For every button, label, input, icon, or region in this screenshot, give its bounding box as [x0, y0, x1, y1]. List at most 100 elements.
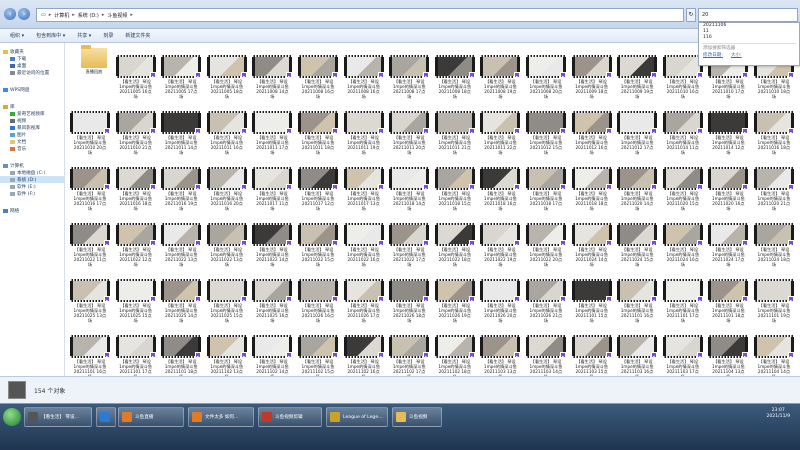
nav-drive-c[interactable]: 本地磁盘 (C:) [0, 169, 64, 176]
nav-downloads[interactable]: 下载 [0, 55, 64, 62]
video-file-item[interactable]: 【看生活】 琴设 1mpe的情深斗鱼 20211025 15点 场 [115, 279, 156, 323]
video-file-item[interactable]: 【看生活】 琴设 1mpe的情深斗鱼 20211101 18点 场 [161, 335, 202, 376]
video-file-item[interactable]: 【看生活】 琴设 1mpe的情深斗鱼 20211009 18点 场 [571, 55, 612, 99]
video-file-item[interactable]: 【看生活】 琴设 1mpe的情深斗鱼 20211101 16点 场 [70, 335, 110, 376]
nav-drive-e[interactable]: 软件 (E:) [0, 183, 64, 190]
video-file-item[interactable]: 【看生活】 琴设 1mpe的情深斗鱼 20211017 13点 场 [343, 167, 384, 211]
video-file-item[interactable]: 【看生活】 琴设 1mpe的情深斗鱼 20211010 16点 场 [662, 55, 703, 99]
refresh-icon[interactable]: ↻ [686, 8, 696, 22]
video-file-item[interactable]: 【看生活】 琴设 1mpe的情深斗鱼 20211022 11点 场 [70, 223, 110, 267]
nav-libraries[interactable]: 库 [0, 103, 64, 110]
suggestion-item[interactable]: 116 [699, 35, 799, 41]
video-file-item[interactable]: 【看生活】 琴设 1mpe的情深斗鱼 20211011 20点 场 [389, 111, 430, 155]
video-file-item[interactable]: 【看生活】 琴设 1mpe的情深斗鱼 20211025 13点 场 [70, 279, 110, 323]
video-file-item[interactable]: 【看生活】 琴设 1mpe的情深斗鱼 20211011 14点 场 [161, 111, 202, 155]
video-file-item[interactable]: 【看生活】 琴设 1mpe的情深斗鱼 20211024 17点 场 [708, 223, 749, 267]
video-file-item[interactable]: 【看生活】 琴设 1mpe的情深斗鱼 20211026 17点 场 [343, 279, 384, 323]
video-file-item[interactable]: 【看生活】 琴设 1mpe的情深斗鱼 20211010 20点 场 [70, 111, 110, 155]
search-input[interactable]: 20 [698, 8, 798, 22]
video-file-item[interactable]: 【看生活】 琴设 1mpe的情深斗鱼 20211104 14点 场 [754, 335, 794, 376]
share-button[interactable]: 共享 ▾ [77, 32, 91, 39]
nav-wps-drive[interactable]: WPS网盘 [0, 86, 64, 93]
breadcrumb-folder[interactable]: 斗鱼视频 [107, 12, 127, 19]
taskbar-button[interactable]: 斗鱼直播 [118, 407, 184, 427]
video-file-item[interactable]: 【看生活】 琴设 1mpe的情深斗鱼 20211008 19点 场 [480, 55, 521, 99]
nav-lib-videos[interactable]: 视频 [0, 117, 64, 124]
video-file-item[interactable]: 【看生活】 琴设 1mpe的情深斗鱼 20211022 13点 场 [161, 223, 202, 267]
video-file-item[interactable]: 【看生活】 琴设 1mpe的情深斗鱼 20211022 12点 场 [115, 223, 156, 267]
video-file-item[interactable]: 【看生活】 琴设 1mpe的情深斗鱼 20211103 14点 场 [526, 335, 566, 376]
nav-lib-iqiyi[interactable]: 爱奇艺视频库 [0, 110, 64, 117]
video-file-item[interactable]: 【看生活】 琴设 1mpe的情深斗鱼 20211022 19点 场 [480, 223, 521, 267]
video-file-item[interactable]: 【看生活】 琴设 1mpe的情深斗鱼 20211104 13点 场 [708, 335, 749, 376]
nav-lib-music[interactable]: 音乐 [0, 145, 64, 152]
video-file-item[interactable]: 【看生活】 琴设 1mpe的情深斗鱼 20211020 21点 场 [754, 167, 794, 211]
video-file-item[interactable]: 【看生活】 琴设 1mpe的情深斗鱼 20211018 18点 场 [571, 167, 612, 211]
video-file-item[interactable]: 【看生活】 琴设 1mpe的情深斗鱼 20211018 14点 场 [389, 167, 430, 211]
video-file-item[interactable]: 【看生活】 琴设 1mpe的情深斗鱼 20211010 21点 场 [115, 111, 156, 155]
nav-computer[interactable]: 计算机 [0, 162, 64, 169]
video-file-item[interactable]: 【看生活】 琴设 1mpe的情深斗鱼 20211018 17点 场 [526, 167, 566, 211]
nav-recent[interactable]: 最近访问的位置 [0, 69, 64, 76]
video-file-item[interactable]: 【看生活】 琴设 1mpe的情深斗鱼 20211026 21点 场 [526, 279, 566, 323]
video-file-item[interactable]: 【看生活】 琴设 1mpe的情深斗鱼 20211022 14点 场 [252, 223, 293, 267]
video-file-item[interactable]: 【看生活】 琴设 1mpe的情深斗鱼 20211020 14点 场 [617, 167, 658, 211]
forward-arrow-icon[interactable]: › [18, 8, 30, 20]
breadcrumb-computer[interactable]: 计算机 [54, 12, 69, 19]
video-file-item[interactable]: 【看生活】 琴设 1mpe的情深斗鱼 20211011 22点 场 [480, 111, 521, 155]
video-file-item[interactable]: 【看生活】 琴设 1mpe的情深斗鱼 20211016 20点 场 [206, 167, 247, 211]
taskbar-button[interactable]: 斗鱼视频 [392, 407, 442, 427]
video-file-item[interactable]: 【看生活】 琴设 1mpe的情深斗鱼 20211022 17点 场 [389, 223, 430, 267]
video-file-item[interactable]: 【看生活】 琴设 1mpe的情深斗鱼 20211011 19点 场 [343, 111, 384, 155]
video-file-item[interactable]: 【看生活】 琴设 1mpe的情深斗鱼 20211008 18点 场 [434, 55, 475, 99]
nav-drive-f[interactable]: 软件 (F:) [0, 190, 64, 197]
video-file-item[interactable]: 【看生活】 琴设 1mpe的情深斗鱼 20211022 16点 场 [343, 223, 384, 267]
video-file-item[interactable]: 【看生活】 琴设 1mpe的情深斗鱼 20211103 13点 场 [480, 335, 521, 376]
video-file-item[interactable]: 【看生活】 琴设 1mpe的情深斗鱼 20211009 19点 场 [617, 55, 658, 99]
video-file-item[interactable]: 【看生活】 琴设 1mpe的情深斗鱼 20211024 16点 场 [662, 223, 703, 267]
video-file-item[interactable]: 【看生活】 琴设 1mpe的情深斗鱼 20211012 16点 场 [571, 111, 612, 155]
video-file-item[interactable]: 【看生活】 琴设 1mpe的情深斗鱼 20211016 17点 场 [70, 167, 110, 211]
burn-button[interactable]: 刻录 [103, 32, 113, 39]
taskbar-button[interactable]: League of Lege... [326, 407, 388, 427]
video-file-item[interactable]: 【看生活】 琴设 1mpe的情深斗鱼 20211025 14点 场 [161, 279, 202, 323]
video-file-item[interactable]: 【看生活】 琴设 1mpe的情深斗鱼 20211020 15点 场 [662, 167, 703, 211]
video-file-item[interactable]: 【看生活】 琴设 1mpe的情深斗鱼 20211016 19点 场 [161, 167, 202, 211]
video-file-item[interactable]: 【看生活】 琴设 1mpe的情深斗鱼 20211024 18点 场 [754, 223, 794, 267]
nav-network[interactable]: 网络 [0, 207, 64, 214]
address-box[interactable]: ▭ ▸ 计算机 ▸ 系统 (D:) ▸ 斗鱼视频 ▸ [36, 8, 684, 22]
video-file-item[interactable]: 【看生活】 琴设 1mpe的情深斗鱼 20211102 14点 场 [252, 335, 293, 376]
video-file-item[interactable]: 【看生活】 琴设 1mpe的情深斗鱼 20211026 18点 场 [389, 279, 430, 323]
video-file-item[interactable]: 【看生活】 琴设 1mpe的情深斗鱼 20211016 18点 场 [115, 167, 156, 211]
video-file-item[interactable]: 【看生活】 琴设 1mpe的情深斗鱼 20211018 15点 场 [434, 167, 475, 211]
video-file-item[interactable]: 【看生活】 琴设 1mpe的情深斗鱼 20211008 14点 场 [252, 55, 293, 99]
video-file-item[interactable]: 【看生活】 琴设 1mpe的情深斗鱼 20211011 16点 场 [206, 111, 247, 155]
video-file-item[interactable]: 【看生活】 琴设 1mpe的情深斗鱼 20211101 18点 场 [708, 279, 749, 323]
video-file-item[interactable]: 【看生活】 琴设 1mpe的情深斗鱼 20211018 16点 场 [480, 167, 521, 211]
video-file-item[interactable]: 【看生活】 琴设 1mpe的情深斗鱼 20211016 18点 场 [754, 111, 794, 155]
video-file-item[interactable]: 【看生活】 琴设 1mpe的情深斗鱼 20211102 16点 场 [343, 335, 384, 376]
taskbar-button[interactable]: 文件太多 如何... [188, 407, 254, 427]
video-file-item[interactable]: 【看生活】 琴设 1mpe的情深斗鱼 20211012 15点 场 [526, 111, 566, 155]
video-file-item[interactable]: 【看生活】 琴设 1mpe的情深斗鱼 20211103 16点 场 [617, 335, 658, 376]
video-file-item[interactable]: 【看生活】 琴设 1mpe的情深斗鱼 20211014 11点 场 [662, 111, 703, 155]
video-file-item[interactable]: 【看生活】 琴设 1mpe的情深斗鱼 20211022 13点 场 [206, 223, 247, 267]
video-file-item[interactable]: 【看生活】 琴设 1mpe的情深斗鱼 20211024 15点 场 [617, 223, 658, 267]
video-file-item[interactable]: 【看生活】 琴设 1mpe的情深斗鱼 20211022 18点 场 [434, 223, 475, 267]
taskbar-button[interactable]: 斗鱼视频剪辑 [258, 407, 322, 427]
taskbar-button[interactable]: 【看生活】 琴设... [24, 407, 92, 427]
video-file-item[interactable]: 【看生活】 琴设 1mpe的情深斗鱼 20211026 19点 场 [434, 279, 475, 323]
filter-size[interactable]: 大小: [731, 52, 742, 58]
video-file-item[interactable]: 【看生活】 琴设 1mpe的情深斗鱼 20211103 15点 场 [571, 335, 612, 376]
video-file-item[interactable]: 【看生活】 琴设 1mpe的情深斗鱼 20211005 18点 场 [206, 55, 247, 99]
organize-button[interactable]: 组织 ▾ [10, 32, 24, 39]
video-file-item[interactable]: 【看生活】 琴设 1mpe的情深斗鱼 20211012 17点 场 [617, 111, 658, 155]
video-file-item[interactable]: 【看生活】 琴设 1mpe的情深斗鱼 20211008 16点 场 [298, 55, 338, 99]
video-file-item[interactable]: 【看生活】 琴设 1mpe的情深斗鱼 20211005 16点 场 [115, 55, 156, 99]
video-file-item[interactable]: 【看生活】 琴设 1mpe的情深斗鱼 20211102 17点 场 [389, 335, 430, 376]
video-file-item[interactable]: 【看生活】 琴设 1mpe的情深斗鱼 20211101 17点 场 [115, 335, 156, 376]
filter-date-modified[interactable]: 修改日期: [703, 52, 723, 58]
nav-lib-pictures[interactable]: 图片 [0, 131, 64, 138]
video-file-item[interactable]: 【看生活】 琴设 1mpe的情深斗鱼 20211101 17点 场 [662, 279, 703, 323]
nav-drive-d[interactable]: 系统 (D:) [0, 176, 64, 183]
